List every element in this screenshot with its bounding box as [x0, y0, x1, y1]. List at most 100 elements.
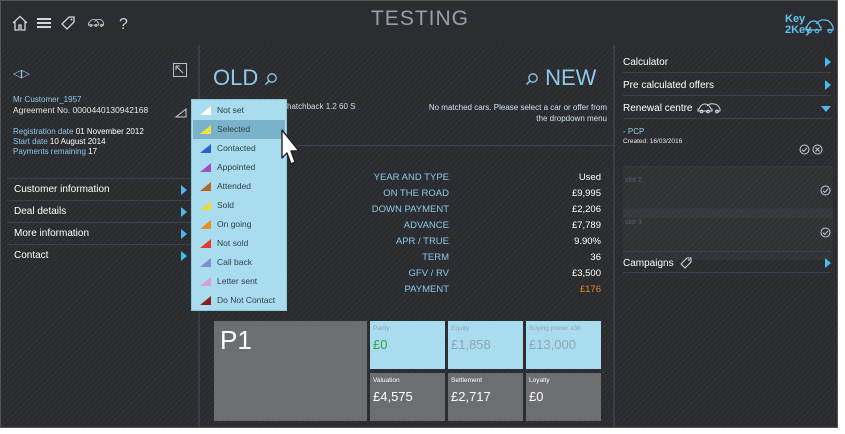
finance-value: £9,995 — [571, 188, 601, 199]
status-option[interactable]: Attended — [193, 177, 285, 196]
status-color-icon — [200, 220, 211, 229]
tile-label: Loyalty — [529, 377, 550, 384]
menu-deal-details[interactable]: Deal details — [7, 200, 191, 222]
old-car-header[interactable]: OLD — [213, 65, 278, 91]
finance-row: YEAR AND TYPE Used — [301, 172, 601, 188]
status-option-label: Do Not Contact — [217, 295, 276, 305]
top-bar: ? TESTING Key 2Key — [1, 1, 837, 45]
payment-value: £176 — [579, 284, 601, 295]
agreement-info: Registration date 01 November 2012 Start… — [13, 127, 144, 157]
tag-icon — [680, 257, 692, 269]
divider — [613, 45, 615, 427]
plan-label: P1 — [220, 325, 252, 355]
status-option[interactable]: Appointed — [193, 158, 285, 177]
finance-label: PAYMENT — [404, 284, 449, 295]
finance-value: Used — [578, 172, 601, 183]
slot-label: slot 3 — [625, 219, 642, 226]
status-option[interactable]: Not sold — [193, 234, 285, 253]
finance-label: TERM — [422, 252, 449, 263]
start-date-value: 10 August 2014 — [49, 137, 106, 146]
registration-label: Registration date — [13, 127, 74, 136]
chevron-right-icon — [181, 185, 187, 195]
status-option[interactable]: Not set — [193, 101, 285, 120]
old-car-description: hatchback 1.2 60 S — [287, 102, 356, 111]
campaigns-row[interactable]: Campaigns — [623, 251, 831, 273]
chevron-right-icon — [181, 229, 187, 239]
menu-customer-information[interactable]: Customer information — [7, 178, 191, 200]
finance-row: PAYMENT £176 — [301, 284, 601, 300]
status-option-label: Contacted — [217, 143, 256, 153]
plan-tile[interactable]: P1 — [214, 321, 367, 421]
finance-label: GFV / RV — [408, 268, 449, 279]
status-option[interactable]: Letter sent — [193, 272, 285, 291]
prev-next-arrows-icon[interactable]: ◁▷ — [13, 67, 30, 80]
offer-created-date: Created: 16/03/2016 — [623, 138, 683, 145]
status-option-label: Not set — [217, 105, 244, 115]
no-match-message: No matched cars. Please select a car or … — [428, 103, 607, 123]
status-color-icon — [200, 296, 211, 305]
pre-calculated-offers-row[interactable]: Pre calculated offers — [623, 74, 831, 96]
status-option-label: Sold — [217, 200, 235, 210]
finance-row: APR / TRUE 9.90% — [301, 236, 601, 252]
status-color-icon — [200, 106, 211, 115]
calculator-row[interactable]: Calculator — [623, 51, 831, 73]
menu-contact[interactable]: Contact — [7, 244, 191, 266]
equity-tile[interactable]: Equity £1,858 — [448, 321, 523, 369]
finance-row: GFV / RV £3,500 — [301, 268, 601, 284]
status-option[interactable]: Sold — [193, 196, 285, 215]
check-circle-icon[interactable] — [820, 185, 831, 196]
status-option-label: Not sold — [217, 238, 249, 248]
status-option[interactable]: Call back — [193, 253, 285, 272]
finance-value: £2,206 — [571, 204, 601, 215]
status-flag-icon[interactable] — [174, 105, 187, 123]
loyalty-tile[interactable]: Loyalty £0 — [526, 373, 601, 421]
expand-icon[interactable] — [173, 63, 187, 77]
parity-tile[interactable]: Parity £0 — [370, 321, 445, 369]
finance-row: ADVANCE £7,789 — [301, 220, 601, 236]
status-option[interactable]: Contacted — [193, 139, 285, 158]
row-label: Calculator — [623, 57, 669, 68]
check-circle-icon[interactable] — [820, 227, 831, 238]
tile-label: Settlement — [451, 377, 483, 384]
status-option[interactable]: Do Not Contact — [193, 291, 285, 310]
tile-label: Parity — [373, 325, 390, 332]
payments-remaining-label: Payments remaining — [13, 147, 86, 156]
status-option[interactable]: Selected — [193, 120, 285, 139]
finance-value: £7,789 — [571, 220, 601, 231]
status-option-label: Attended — [217, 181, 252, 191]
valuation-tile[interactable]: Valuation £4,575 — [370, 373, 445, 421]
settlement-tile[interactable]: Settlement £2,717 — [448, 373, 523, 421]
start-date-label: Start date — [13, 137, 48, 146]
search-icon[interactable] — [525, 72, 539, 86]
row-label: Renewal centre — [623, 103, 693, 114]
status-color-icon — [200, 277, 211, 286]
mouse-cursor-icon — [273, 127, 305, 174]
key2key-logo: Key 2Key — [783, 13, 837, 41]
registration-value: 01 November 2012 — [75, 127, 144, 136]
new-car-header[interactable]: NEW — [525, 65, 596, 91]
status-color-icon — [200, 258, 211, 267]
check-circle-icon[interactable] — [799, 144, 810, 155]
close-circle-icon[interactable] — [812, 144, 823, 155]
chevron-right-icon — [825, 80, 831, 90]
offer-title[interactable]: - PCP — [623, 127, 644, 136]
finance-label: YEAR AND TYPE — [373, 172, 449, 183]
buying-power-tile[interactable]: Buying power x36 £13,000 — [526, 321, 601, 369]
offer-actions — [799, 144, 823, 155]
status-option[interactable]: On going — [193, 215, 285, 234]
search-icon[interactable] — [264, 72, 278, 86]
tile-value: £1,858 — [451, 337, 491, 352]
status-color-icon — [200, 125, 211, 134]
menu-item-label: Contact — [14, 250, 49, 261]
payments-remaining-value: 17 — [88, 147, 98, 156]
finance-label: APR / TRUE — [395, 236, 449, 247]
status-color-icon — [200, 144, 211, 153]
row-label: Campaigns — [623, 258, 674, 269]
menu-more-information[interactable]: More information — [7, 222, 191, 244]
finance-row: TERM 36 — [301, 252, 601, 268]
chevron-right-icon — [825, 258, 831, 268]
tile-value: £0 — [529, 389, 544, 404]
status-option-label: Selected — [217, 124, 251, 134]
renewal-centre-row[interactable]: Renewal centre — [623, 97, 831, 119]
finance-value: £3,500 — [571, 268, 601, 279]
